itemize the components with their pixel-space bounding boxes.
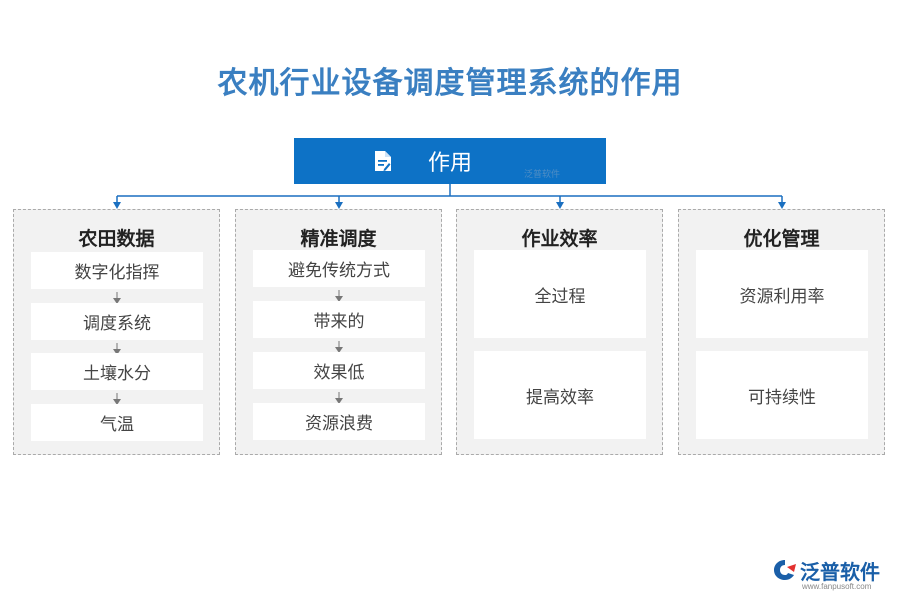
brand-url: www.fanpusoft.com [802,582,872,591]
brand-logo-icon [774,560,796,580]
brand-name: 泛普软件 [800,560,880,584]
list-item: 效果低 [253,352,425,389]
column-title: 优化管理 [743,228,820,250]
list-item: 资源浪费 [253,403,425,440]
column-title: 精准调度 [300,228,377,250]
list-item: 全过程 [474,250,646,338]
column-optimize-management: 优化管理 资源利用率 可持续性 [678,209,885,455]
column-farmland-data: 农田数据 数字化指挥 调度系统 土壤水分 气温 [13,209,220,455]
list-item: 土壤水分 [31,353,203,390]
column-work-efficiency: 作业效率 全过程 提高效率 [456,209,663,455]
list-item: 调度系统 [31,303,203,340]
brand-logo: 泛普软件 www.fanpusoft.com [772,556,892,592]
list-item: 带来的 [253,301,425,338]
column-precise-dispatch: 精准调度 避免传统方式 带来的 效果低 资源浪费 [235,209,442,455]
list-item: 提高效率 [474,351,646,439]
list-item: 避免传统方式 [253,250,425,287]
column-title: 农田数据 [78,228,155,250]
list-item: 资源利用率 [696,250,868,338]
list-item: 气温 [31,404,203,441]
column-title: 作业效率 [521,228,598,250]
list-item: 数字化指挥 [31,252,203,289]
list-item: 可持续性 [696,351,868,439]
